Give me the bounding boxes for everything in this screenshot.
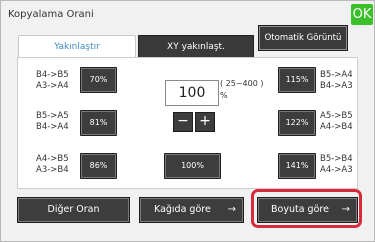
by-paper-button[interactable]: Kağıda göre → — [139, 197, 244, 223]
other-ratio-label: Diğer Oran — [47, 204, 100, 215]
increase-button[interactable]: + — [195, 112, 215, 132]
dialog-title: Kopyalama Orani — [8, 9, 94, 20]
tab-zoom[interactable]: Yakınlaştır — [18, 35, 136, 58]
preset-122-button[interactable]: 122% — [278, 110, 316, 136]
preset-label-115: B5->A4 B4->A3 — [320, 70, 353, 91]
preset-141-button[interactable]: 141% — [278, 153, 316, 179]
preset-label-141: B5->B4 A4->A3 — [320, 154, 353, 175]
arrow-right-icon: → — [227, 204, 236, 215]
preset-86-button[interactable]: 86% — [80, 153, 117, 179]
by-paper-label: Kağıda göre — [154, 204, 211, 215]
ratio-input[interactable]: 100 — [165, 80, 219, 106]
preset-label-81: B5->A5 B4->A4 — [36, 111, 69, 132]
highlight-frame — [251, 189, 362, 228]
preset-label-122: A5->B5 A4->B4 — [320, 111, 353, 132]
preset-115-button[interactable]: 115% — [278, 67, 316, 93]
ok-button[interactable]: OK — [351, 4, 373, 25]
other-ratio-button[interactable]: Diğer Oran — [17, 197, 130, 223]
preset-label-70: B4->B5 A3->A4 — [36, 70, 69, 91]
preset-81-button[interactable]: 81% — [80, 110, 117, 136]
tab-xy-zoom[interactable]: XY yakınlaşt. — [138, 35, 254, 59]
preset-100-button[interactable]: 100% — [164, 153, 221, 179]
ratio-range: ( 25~400 ) — [220, 79, 264, 88]
decrease-button[interactable]: − — [173, 112, 193, 132]
auto-image-button[interactable]: Otomatik Görüntü — [258, 25, 348, 51]
preset-70-button[interactable]: 70% — [80, 67, 117, 93]
preset-label-86: A4->B5 A3->B4 — [36, 154, 69, 175]
ratio-unit: % — [220, 91, 228, 100]
copy-ratio-dialog: Kopyalama Orani OK Otomatik Görüntü Yakı… — [0, 0, 375, 242]
